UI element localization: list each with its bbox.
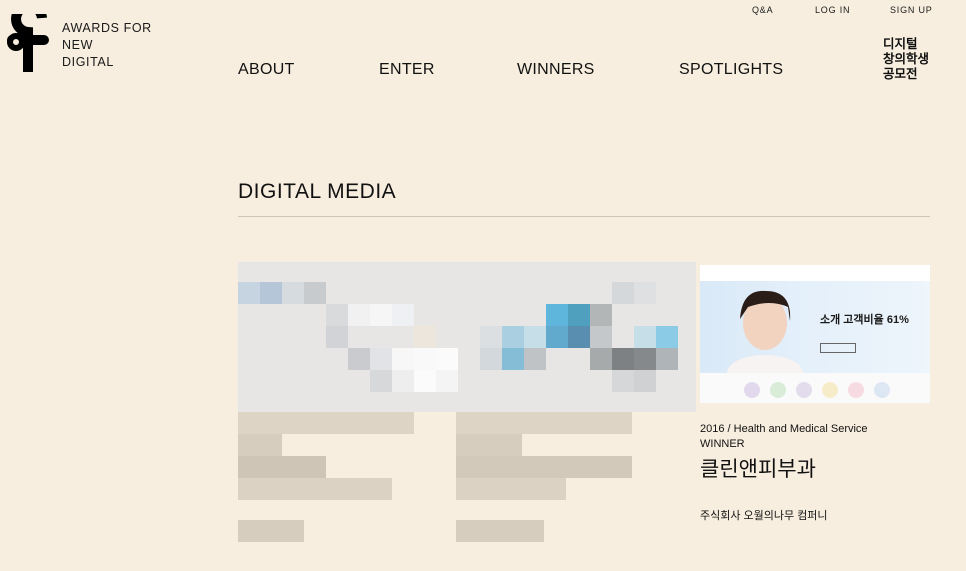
section-divider [238,216,930,217]
nav-winners[interactable]: WINNERS [517,61,595,79]
thumbnail-cta-button [820,343,856,353]
korean-nav-line: 공모전 [883,67,918,81]
brand-line: DIGITAL [62,55,114,69]
korean-contest-link[interactable]: 디지털 창의학생 공모전 [883,37,929,82]
pixelated-title-text [456,456,632,478]
korean-nav-line: 창의학생 [883,52,930,66]
pixelated-title-text [238,478,392,500]
pixelated-title-text [456,478,566,500]
qna-link[interactable]: Q&A [752,5,773,15]
thumbnail-headline: 소개 고객비율 61% [820,314,909,326]
pixelated-title-text [456,434,522,456]
brand-name[interactable]: AWARDS FOR NEW DIGITAL [62,20,152,71]
thumbnail-nav-bar [700,265,930,282]
brand-line: AWARDS FOR [62,21,152,35]
thumbnail-service-icons [700,373,930,403]
pixelated-company-text [238,520,304,542]
pixelated-company-text [456,520,544,542]
pixelated-media-image[interactable] [238,262,696,412]
winner-thumbnail[interactable]: ​ 소개 고객비율 61% [700,265,930,403]
pixelated-title-text [238,434,282,456]
thumbnail-hero [700,281,930,391]
afnd-logo-icon[interactable] [4,14,50,72]
nav-enter[interactable]: ENTER [379,61,435,79]
nav-spotlights[interactable]: SPOTLIGHTS [679,61,783,79]
pixelated-title-text [238,456,326,478]
entry-category: 2016 / Health and Medical Service [700,423,868,435]
signup-link[interactable]: SIGN UP [890,5,933,15]
entry-company: 주식회사 오월의나무 컴퍼니 [700,510,828,522]
entry-name[interactable]: 클린앤피부과 [700,453,816,483]
korean-nav-line: 디지털 [883,37,918,51]
model-face-illustration [727,290,803,391]
brand-line: NEW [62,38,93,52]
entry-status: WINNER [700,438,745,450]
section-title: DIGITAL MEDIA [238,180,397,203]
nav-about[interactable]: ABOUT [238,61,295,79]
pixelated-title-text [456,412,632,434]
pixelated-title-text [238,412,414,434]
login-link[interactable]: LOG IN [815,5,850,15]
